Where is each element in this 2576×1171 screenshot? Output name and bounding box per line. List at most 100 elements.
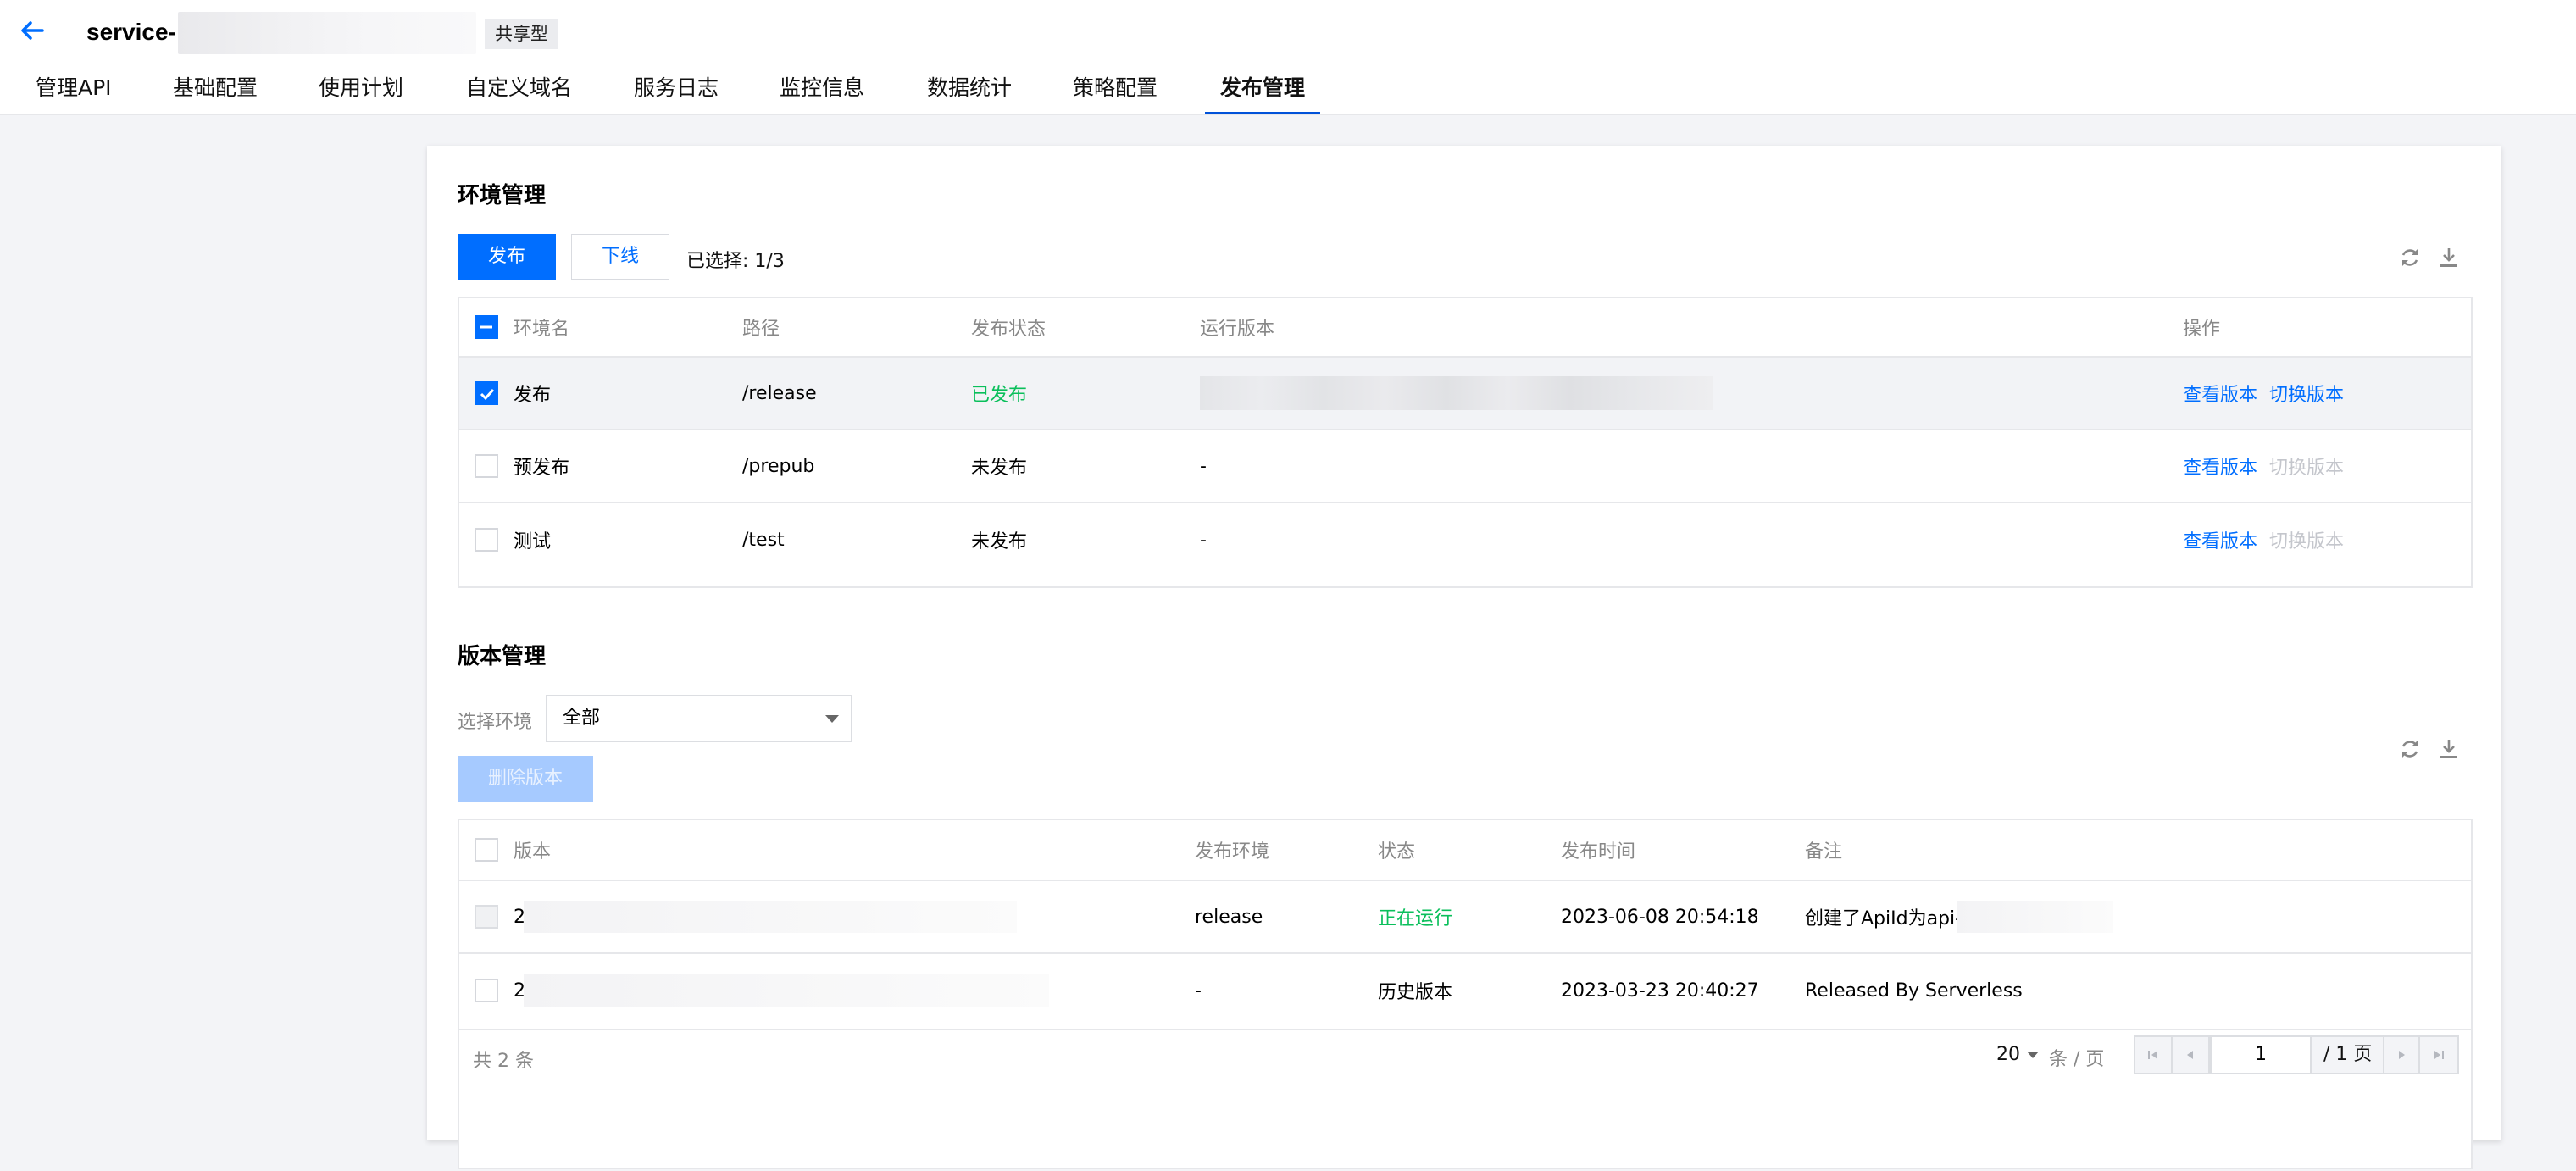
release-env: -	[1195, 980, 1202, 1002]
redacted-version-id	[524, 974, 1049, 1007]
view-version-link[interactable]: 查看版本	[2183, 358, 2257, 429]
refresh-icon[interactable]	[2398, 246, 2422, 269]
tab-usage-plan[interactable]: 使用计划	[319, 71, 403, 115]
redacted-api-id	[1957, 901, 2113, 933]
table-row[interactable]: 预发布 /prepub 未发布 - 查看版本 切换版本	[459, 430, 2471, 503]
total-count: 共 2 条	[473, 1051, 534, 1072]
switch-version-link[interactable]: 切换版本	[2269, 358, 2344, 429]
env-path: /prepub	[742, 455, 815, 477]
content-card: 环境管理 发布 下线 已选择: 1/3 环境名 路径 发布状态 运行版本 操作	[427, 146, 2501, 1169]
table-row[interactable]: 测试 /test 未发布 - 查看版本 切换版本	[459, 503, 2471, 576]
env-filter-label: 选择环境	[458, 712, 533, 733]
tab-basic-config[interactable]: 基础配置	[173, 71, 258, 115]
env-table: 环境名 路径 发布状态 运行版本 操作 发布 /release 已发布 查看版本…	[458, 297, 2473, 588]
env-name: 发布	[514, 385, 552, 406]
tab-release-management[interactable]: 发布管理	[1205, 71, 1321, 115]
view-version-link[interactable]: 查看版本	[2183, 430, 2257, 502]
release-time: 2023-03-23 20:40:27	[1561, 980, 1759, 1002]
column-header: 状态	[1378, 841, 1416, 863]
tab-manage-api[interactable]: 管理API	[36, 71, 112, 115]
prev-page-button[interactable]	[2173, 1037, 2210, 1073]
running-version: -	[1200, 529, 1207, 551]
env-path: /release	[742, 382, 817, 404]
chevron-down-icon	[825, 715, 839, 723]
offline-button[interactable]: 下线	[571, 234, 669, 280]
version-note: Released By Serverless	[1805, 980, 2023, 1002]
env-table-header: 环境名 路径 发布状态 运行版本 操作	[459, 298, 2471, 358]
version-select-all-checkbox[interactable]	[475, 838, 498, 862]
page-number-input[interactable]: 1	[2210, 1035, 2312, 1074]
version-table-header: 版本 发布环境 状态 发布时间 备注	[459, 820, 2471, 881]
redacted-service-id	[178, 12, 476, 54]
env-status: 已发布	[971, 385, 1028, 406]
table-row[interactable]: 2 - 历史版本 2023-03-23 20:40:27 Released By…	[459, 954, 2471, 1027]
back-arrow-icon[interactable]	[17, 15, 47, 46]
first-page-button[interactable]	[2135, 1037, 2173, 1073]
tab-policy-config[interactable]: 策略配置	[1073, 71, 1158, 115]
version-note: 创建了ApiId为api-	[1805, 908, 1963, 930]
env-name: 测试	[514, 531, 552, 552]
chevron-right-icon	[2399, 1051, 2405, 1059]
table-row[interactable]: 发布 /release 已发布 查看版本 切换版本	[459, 358, 2471, 430]
tab-monitoring[interactable]: 监控信息	[780, 71, 864, 115]
chevron-down-icon	[2027, 1052, 2039, 1058]
column-header: 路径	[742, 319, 780, 340]
column-header: 发布时间	[1561, 841, 1636, 863]
switch-version-link: 切换版本	[2269, 531, 2345, 552]
tab-statistics[interactable]: 数据统计	[927, 71, 1012, 115]
last-page-button[interactable]	[2420, 1037, 2457, 1073]
first-page-icon	[2148, 1051, 2157, 1059]
release-env: release	[1195, 906, 1263, 928]
redacted-version-id	[524, 901, 1017, 933]
version-status: 历史版本	[1378, 982, 1453, 1003]
refresh-icon[interactable]	[2398, 737, 2422, 761]
service-name: service-	[86, 19, 176, 45]
top-bar: service- 共享型 管理API 基础配置 使用计划 自定义域名 服务日志 …	[0, 0, 2576, 115]
tab-bar: 管理API 基础配置 使用计划 自定义域名 服务日志 监控信息 数据统计 策略配…	[0, 71, 2576, 115]
env-filter-value: 全部	[563, 708, 601, 729]
row-checkbox[interactable]	[475, 528, 498, 552]
delete-version-button: 删除版本	[458, 756, 593, 802]
row-checkbox[interactable]	[475, 381, 498, 405]
download-icon[interactable]	[2437, 246, 2461, 269]
switch-version-link: 切换版本	[2269, 458, 2345, 479]
selected-count: 已选择: 1/3	[686, 251, 785, 272]
tab-custom-domain[interactable]: 自定义域名	[466, 71, 572, 115]
env-path: /test	[742, 529, 785, 551]
per-page-label: 条 / 页	[2049, 1049, 2105, 1070]
service-type-badge: 共享型	[485, 19, 558, 49]
table-divider	[459, 1029, 2471, 1030]
download-icon[interactable]	[2437, 737, 2461, 761]
row-checkbox[interactable]	[475, 454, 498, 478]
redacted-running-version	[1200, 376, 1713, 410]
column-header: 发布状态	[971, 319, 1046, 340]
env-name: 预发布	[514, 458, 570, 479]
version-status: 正在运行	[1378, 908, 1453, 930]
last-page-icon	[2434, 1051, 2444, 1059]
pagination: 1 / 1 页	[2134, 1035, 2459, 1074]
env-status: 未发布	[971, 531, 1028, 552]
column-header: 发布环境	[1195, 841, 1270, 863]
column-header: 备注	[1805, 841, 1843, 863]
row-checkbox[interactable]	[475, 979, 498, 1002]
version-section-title: 版本管理	[458, 644, 547, 669]
env-section-title: 环境管理	[458, 183, 547, 208]
tab-service-log[interactable]: 服务日志	[634, 71, 719, 115]
page-size-select[interactable]: 20	[1996, 1044, 2039, 1065]
env-select-all-checkbox[interactable]	[475, 315, 498, 339]
publish-button[interactable]: 发布	[458, 234, 556, 280]
column-header: 版本	[514, 841, 552, 863]
total-pages: / 1 页	[2323, 1044, 2373, 1065]
header-divider	[0, 114, 2576, 115]
column-header: 环境名	[514, 319, 570, 340]
next-page-button[interactable]	[2383, 1037, 2420, 1073]
column-header: 操作	[2183, 319, 2221, 340]
running-version: -	[1200, 455, 1207, 477]
env-filter-select[interactable]: 全部	[546, 695, 852, 742]
env-status: 未发布	[971, 458, 1028, 479]
release-time: 2023-06-08 20:54:18	[1561, 906, 1759, 928]
version-table: 版本 发布环境 状态 发布时间 备注 2 release 正在运行 2023-0…	[458, 819, 2473, 1169]
view-version-link[interactable]: 查看版本	[2183, 503, 2257, 576]
row-checkbox	[475, 905, 498, 929]
table-row[interactable]: 2 release 正在运行 2023-06-08 20:54:18 创建了Ap…	[459, 881, 2471, 954]
